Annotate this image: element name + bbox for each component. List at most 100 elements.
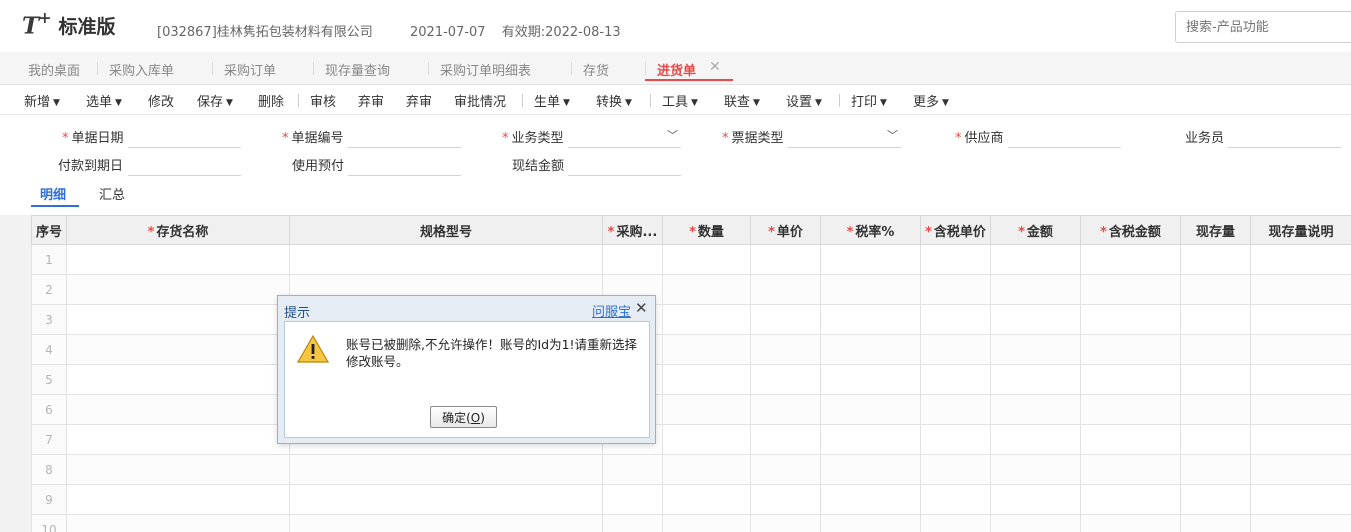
grid-cell[interactable] — [820, 244, 921, 275]
biz-type-select[interactable] — [568, 147, 681, 148]
grid-cell[interactable] — [750, 244, 821, 275]
grid-cell[interactable] — [920, 424, 991, 455]
grid-cell[interactable] — [750, 304, 821, 335]
grid-cell[interactable] — [1080, 484, 1181, 515]
col-stock-note[interactable]: 现存量说明 — [1250, 215, 1351, 245]
grid-cell[interactable] — [820, 364, 921, 395]
grid-cell[interactable] — [920, 484, 991, 515]
grid-cell[interactable] — [66, 424, 290, 455]
grid-cell[interactable] — [1180, 424, 1251, 455]
grid-cell[interactable] — [920, 244, 991, 275]
grid-cell[interactable] — [1250, 274, 1351, 305]
grid-cell[interactable] — [66, 304, 290, 335]
grid-cell[interactable] — [66, 514, 290, 532]
toolbar-delete-button[interactable]: 删除 — [258, 91, 284, 110]
grid-cell[interactable] — [289, 484, 603, 515]
doc-date-input[interactable] — [128, 147, 241, 148]
grid-cell[interactable] — [1080, 274, 1181, 305]
table-row[interactable]: 8 — [31, 454, 1351, 485]
grid-cell[interactable] — [662, 274, 751, 305]
grid-cell[interactable] — [66, 274, 290, 305]
grid-cell[interactable] — [289, 454, 603, 485]
grid-cell[interactable] — [602, 244, 663, 275]
table-row[interactable]: 5 — [31, 364, 1351, 395]
grid-cell[interactable] — [990, 334, 1081, 365]
table-row[interactable]: 9 — [31, 484, 1351, 515]
tab-purchase-receipt[interactable]: 采购入库单 — [109, 60, 174, 79]
grid-cell[interactable] — [750, 394, 821, 425]
grid-cell[interactable] — [66, 454, 290, 485]
grid-cell[interactable] — [662, 424, 751, 455]
grid-cell[interactable] — [820, 394, 921, 425]
col-seq[interactable]: 序号 — [31, 215, 67, 245]
grid-cell[interactable] — [1180, 334, 1251, 365]
grid-cell[interactable] — [602, 514, 663, 532]
close-icon[interactable]: ✕ — [635, 299, 648, 317]
grid-cell[interactable] — [990, 244, 1081, 275]
grid-cell[interactable] — [750, 484, 821, 515]
grid-cell[interactable] — [1080, 454, 1181, 485]
grid-cell[interactable] — [66, 484, 290, 515]
toolbar-unaudit-button[interactable]: 弃审 — [358, 91, 384, 110]
salesman-input[interactable] — [1228, 147, 1341, 148]
toolbar-save-button[interactable]: 保存 ▼ — [197, 91, 233, 110]
grid-cell[interactable] — [990, 394, 1081, 425]
grid-cell[interactable] — [990, 484, 1081, 515]
grid-cell[interactable] — [990, 304, 1081, 335]
col-amount[interactable]: * 金额 — [990, 215, 1081, 245]
tab-close-icon[interactable]: ✕ — [709, 59, 721, 75]
chevron-down-icon[interactable]: ﹀ — [667, 127, 678, 143]
grid-cell[interactable] — [920, 364, 991, 395]
grid-cell[interactable] — [662, 484, 751, 515]
grid-cell[interactable] — [920, 304, 991, 335]
grid-cell[interactable] — [1250, 304, 1351, 335]
table-row[interactable]: 7 — [31, 424, 1351, 455]
table-row[interactable]: 1 — [31, 244, 1351, 275]
help-link[interactable]: 问服宝 — [592, 301, 631, 320]
col-tax-unit-price[interactable]: * 含税单价 — [920, 215, 991, 245]
col-stock[interactable]: 现存量 — [1180, 215, 1251, 245]
grid-cell[interactable] — [662, 244, 751, 275]
grid-cell[interactable] — [990, 454, 1081, 485]
grid-cell[interactable] — [1250, 244, 1351, 275]
grid-cell[interactable] — [66, 334, 290, 365]
tab-inventory[interactable]: 存货 — [583, 60, 609, 79]
col-item-name[interactable]: * 存货名称 — [66, 215, 290, 245]
toolbar-convert-button[interactable]: 转换 ▼ — [596, 91, 632, 110]
grid-cell[interactable] — [662, 394, 751, 425]
grid-cell[interactable] — [602, 484, 663, 515]
toolbar-link-query-button[interactable]: 联查 ▼ — [724, 91, 760, 110]
grid-cell[interactable] — [920, 394, 991, 425]
grid-cell[interactable] — [1180, 274, 1251, 305]
grid-cell[interactable] — [1180, 244, 1251, 275]
grid-cell[interactable] — [820, 424, 921, 455]
grid-cell[interactable] — [1080, 424, 1181, 455]
grid-cell[interactable] — [920, 514, 991, 532]
toolbar-audit-button[interactable]: 审核 — [310, 91, 336, 110]
grid-cell[interactable] — [289, 244, 603, 275]
grid-cell[interactable] — [1180, 304, 1251, 335]
grid-cell[interactable] — [820, 514, 921, 532]
tab-purchase-order[interactable]: 采购订单 — [224, 60, 276, 79]
tab-detail[interactable]: 明细 — [40, 184, 66, 203]
toolbar-generate-button[interactable]: 生单 ▼ — [534, 91, 570, 110]
table-row[interactable]: 2 — [31, 274, 1351, 305]
table-row[interactable]: 3 — [31, 304, 1351, 335]
grid-cell[interactable] — [920, 334, 991, 365]
grid-cell[interactable] — [920, 274, 991, 305]
table-row[interactable]: 4 — [31, 334, 1351, 365]
col-quantity[interactable]: * 数量 — [662, 215, 751, 245]
due-date-input[interactable] — [128, 175, 241, 176]
grid-cell[interactable] — [820, 484, 921, 515]
grid-cell[interactable] — [662, 514, 751, 532]
grid-cell[interactable] — [66, 244, 290, 275]
col-spec[interactable]: 规格型号 — [289, 215, 603, 245]
toolbar-select-button[interactable]: 选单 ▼ — [86, 91, 122, 110]
grid-cell[interactable] — [602, 454, 663, 485]
grid-cell[interactable] — [750, 424, 821, 455]
grid-cell[interactable] — [820, 304, 921, 335]
grid-cell[interactable] — [662, 334, 751, 365]
cash-amount-input[interactable] — [568, 175, 681, 176]
col-tax-rate[interactable]: * 税率% — [820, 215, 921, 245]
grid-cell[interactable] — [66, 394, 290, 425]
